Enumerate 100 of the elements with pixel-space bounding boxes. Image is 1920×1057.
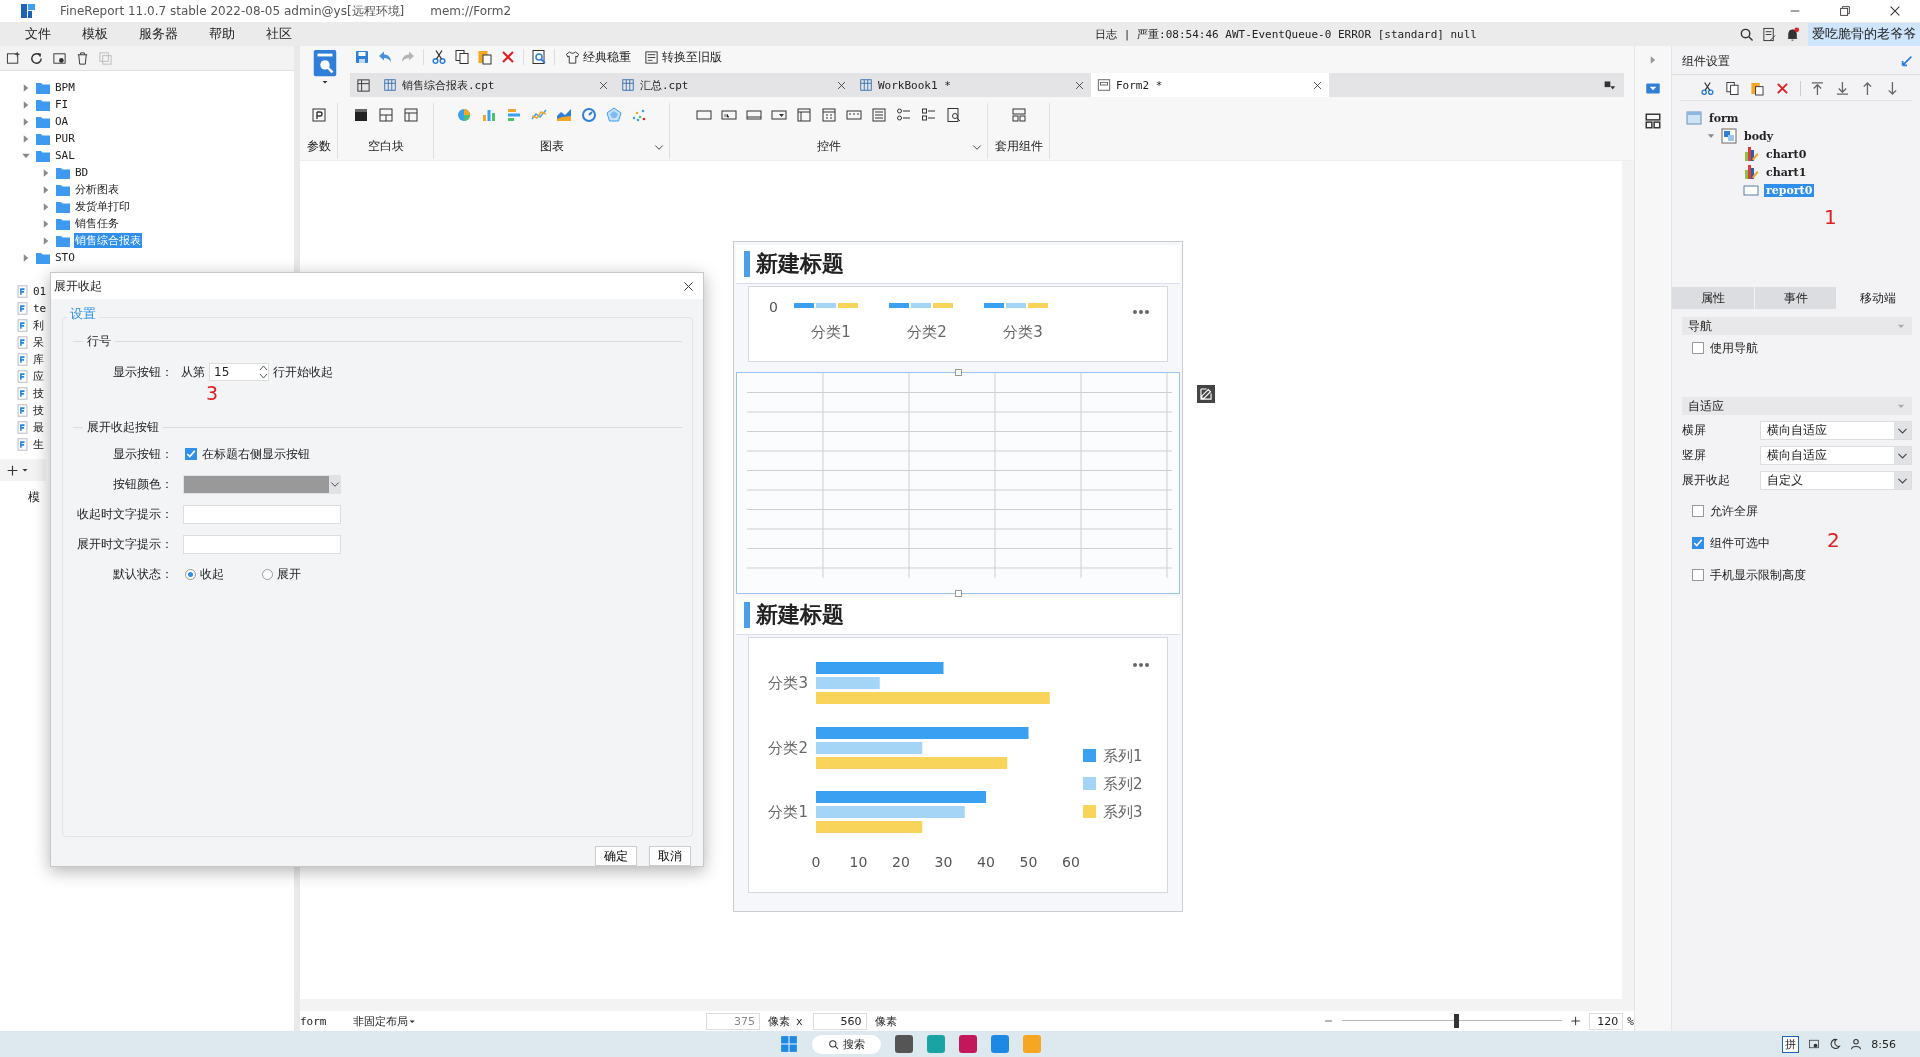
radio-button[interactable] <box>185 568 196 580</box>
delete-icon[interactable] <box>1774 81 1790 96</box>
section-header[interactable]: 自适应 <box>1682 397 1912 415</box>
parameter-icon[interactable] <box>310 107 327 123</box>
legend-label[interactable]: 系列2 <box>1103 775 1143 793</box>
radio-button[interactable] <box>262 568 273 580</box>
tree-item[interactable]: 01 <box>32 285 48 298</box>
tree-item[interactable]: SAL <box>54 149 76 162</box>
tree-item[interactable]: 分析图表 <box>74 182 120 197</box>
close-icon[interactable] <box>598 79 609 91</box>
preview-icon[interactable] <box>531 49 547 65</box>
panel-tab[interactable]: 事件 <box>1754 287 1838 309</box>
menu-item[interactable]: 服务器 <box>139 25 178 43</box>
paste-icon[interactable] <box>477 49 493 65</box>
close-icon[interactable] <box>1888 4 1902 18</box>
tree-item[interactable]: 发货单打印 <box>74 199 131 214</box>
grid-icon[interactable] <box>356 77 371 93</box>
query-icon[interactable] <box>945 107 962 123</box>
slider-thumb[interactable] <box>1454 1014 1460 1028</box>
spinner-arrows-icon[interactable] <box>259 364 268 380</box>
file-tab[interactable]: 汇总.cpt <box>615 73 853 97</box>
app-icon[interactable] <box>895 1035 913 1053</box>
resize-handle[interactable] <box>955 369 962 376</box>
zoom-field[interactable]: 120 <box>1589 1012 1624 1030</box>
save-icon[interactable] <box>354 49 370 65</box>
tree-item[interactable]: BD <box>74 166 90 179</box>
tree-item[interactable]: form <box>1707 111 1741 125</box>
restore-icon[interactable] <box>1838 4 1852 18</box>
tree-item[interactable]: STO <box>54 251 76 264</box>
menu-item[interactable]: 文件 <box>25 25 51 43</box>
scatter-icon[interactable] <box>631 107 647 123</box>
edit-icon[interactable] <box>1197 385 1215 403</box>
radio-group-icon[interactable] <box>895 107 912 123</box>
move-to-top-icon[interactable] <box>1810 81 1826 96</box>
delete-icon[interactable] <box>500 49 516 65</box>
scrollbar[interactable] <box>1622 161 1634 999</box>
layout-icon[interactable] <box>1644 112 1662 130</box>
checkbox[interactable] <box>185 448 197 460</box>
legend-label[interactable]: 系列1 <box>1103 747 1143 765</box>
tree-item[interactable]: te <box>32 302 48 315</box>
input-field[interactable] <box>183 504 341 524</box>
tree-item[interactable]: 利 <box>32 318 45 333</box>
dropdown-icon[interactable] <box>21 466 29 474</box>
tree-item[interactable]: PUR <box>54 132 76 145</box>
tree-item[interactable]: 库 <box>32 352 45 367</box>
tree-item[interactable]: 呆 <box>32 335 45 350</box>
tree-item[interactable]: chart0 <box>1764 147 1809 161</box>
person-icon[interactable] <box>1850 1038 1863 1050</box>
menu-icon[interactable] <box>1603 78 1616 92</box>
tree-item[interactable]: OA <box>54 115 70 128</box>
checkbox[interactable] <box>1692 505 1704 517</box>
file-tab[interactable]: Form2 * <box>1091 73 1329 97</box>
section-header[interactable]: 导航 <box>1682 317 1912 335</box>
zoom-in-icon[interactable] <box>1570 1015 1582 1027</box>
copy-icon[interactable] <box>1724 81 1740 96</box>
tree-item[interactable]: 技 <box>32 386 45 401</box>
height-field[interactable]: 560 <box>812 1012 867 1030</box>
move-to-bottom-icon[interactable] <box>1835 81 1851 96</box>
number-spinner[interactable]: 15 <box>209 363 269 381</box>
close-icon[interactable] <box>1074 79 1085 91</box>
checkbox-group-icon[interactable] <box>920 107 937 123</box>
text-field-icon[interactable] <box>695 107 712 123</box>
radar-chart-icon[interactable] <box>606 107 622 123</box>
tree-item[interactable]: 技 <box>32 403 45 418</box>
more-icon[interactable] <box>1133 663 1149 667</box>
number-field-icon[interactable] <box>845 107 862 123</box>
bar-chart-icon[interactable] <box>506 107 522 123</box>
search-icon[interactable] <box>1739 26 1754 42</box>
dropdown[interactable]: 自定义 <box>1760 471 1912 490</box>
copy-icon[interactable] <box>454 49 470 65</box>
more-icon[interactable] <box>1133 310 1149 314</box>
file-tab[interactable]: 销售综合报表.cpt <box>377 73 615 97</box>
bell-icon[interactable] <box>1785 26 1800 42</box>
text-area-icon[interactable] <box>870 107 887 123</box>
layout-select[interactable]: 非固定布局 <box>352 1013 408 1029</box>
calendar-icon[interactable] <box>820 107 837 123</box>
resize-handle[interactable] <box>955 590 962 597</box>
toolbar-button[interactable]: 经典稳重 <box>562 48 634 66</box>
gauge-icon[interactable] <box>581 107 597 123</box>
cut-icon[interactable] <box>431 49 447 65</box>
close-icon[interactable] <box>1312 79 1323 91</box>
width-field[interactable]: 375 <box>705 1012 760 1030</box>
tree-item[interactable]: 生 <box>32 437 45 452</box>
tree-item[interactable]: 最 <box>32 420 45 435</box>
column-chart-icon[interactable] <box>481 107 497 123</box>
checkbox[interactable] <box>1692 537 1704 549</box>
legend-label[interactable]: 系列3 <box>1103 803 1143 821</box>
moon-icon[interactable] <box>1829 1038 1842 1050</box>
dropdown[interactable]: 横向自适应 <box>1760 446 1912 465</box>
close-icon[interactable] <box>836 79 847 91</box>
cut-icon[interactable] <box>1700 81 1715 96</box>
label-icon[interactable] <box>720 107 737 123</box>
block-icon[interactable] <box>352 107 369 123</box>
trash-icon[interactable] <box>75 50 90 66</box>
paste-icon[interactable] <box>1749 81 1765 96</box>
panel-tab[interactable]: 模 <box>28 489 40 506</box>
refresh-icon[interactable] <box>29 50 44 66</box>
scrollbar[interactable] <box>300 999 1634 1011</box>
ok-button[interactable]: 确定 <box>595 846 637 866</box>
add-icon[interactable] <box>6 463 19 477</box>
